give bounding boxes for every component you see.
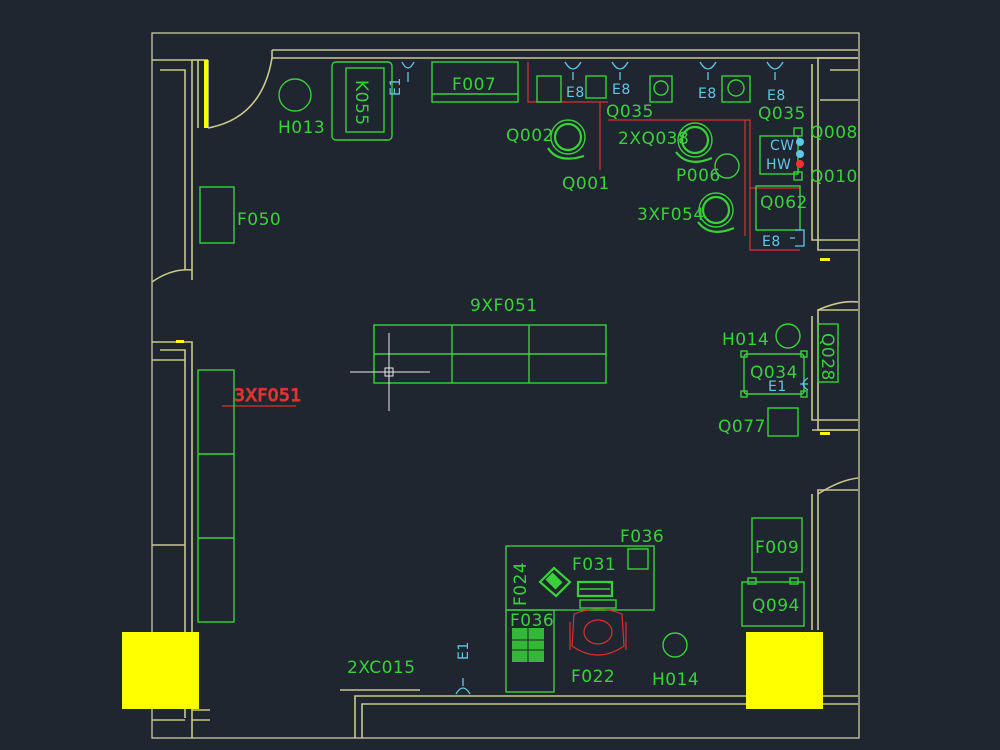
- e1-top-label: E1: [388, 77, 404, 96]
- q035-box-b: [649, 75, 673, 103]
- xf051-3-label: 3XF051: [234, 386, 302, 406]
- q010-label: Q010: [810, 167, 858, 187]
- e8-label-a: E8: [566, 85, 585, 101]
- f007-label: F007: [452, 75, 496, 95]
- f024-phone-icon: [538, 566, 572, 598]
- k055-label: K055: [351, 80, 371, 126]
- q002-label: Q002: [506, 126, 554, 146]
- q008-label: Q008: [810, 123, 858, 143]
- e1-right-label: E1: [768, 379, 787, 395]
- e8-wall-icon: [790, 229, 805, 247]
- f022-chair-icon: [569, 599, 627, 656]
- cad-crosshair-icon: [350, 333, 430, 411]
- f036-bottom-label: F036: [510, 611, 554, 631]
- p006-label: P006: [676, 166, 721, 186]
- xf051-9-bench: [373, 324, 607, 384]
- xf054-label: 3XF054: [637, 205, 705, 225]
- h013-label: H013: [278, 118, 325, 138]
- q028-label: Q028: [817, 333, 837, 381]
- f022-label: F022: [571, 667, 615, 687]
- f024-label: F024: [511, 562, 531, 606]
- column-bottom-left: [122, 632, 199, 709]
- q035-label-b: Q035: [758, 104, 806, 124]
- equipment-top: H013 K055 E1 F007 E8 E8 E8 E8 Q035 Q035: [278, 61, 858, 250]
- f036-top-box: [627, 548, 649, 570]
- cw-label: CW: [770, 138, 795, 154]
- hw-label: HW: [766, 157, 791, 173]
- cw-valve-icon: [796, 138, 804, 146]
- e8-label-b: E8: [612, 82, 631, 98]
- h013-icon: [278, 78, 312, 112]
- e8-label-c: E8: [698, 86, 717, 102]
- xf051-9-label: 9XF051: [470, 296, 538, 316]
- q077-label: Q077: [718, 417, 766, 437]
- e8-label-d: E8: [767, 88, 786, 104]
- q062-label: Q062: [760, 193, 808, 213]
- column-bottom-right: [746, 632, 823, 709]
- e1-bottom-label: E1: [456, 641, 472, 660]
- q035-box-a: [585, 75, 607, 99]
- f031-label: F031: [572, 555, 616, 575]
- q035-label-a: Q035: [606, 102, 654, 122]
- h014-top-icon: [775, 323, 801, 349]
- q001-label: Q001: [562, 174, 610, 194]
- xc015-label: 2XC015: [347, 658, 416, 678]
- q038-label: 2XQ038: [618, 129, 689, 149]
- hw-valve-icon: [796, 150, 804, 158]
- q002-box: [536, 75, 562, 103]
- f036-top-label: F036: [620, 527, 664, 547]
- f050-label: F050: [237, 210, 281, 230]
- e8-wall-label: E8: [762, 234, 781, 250]
- h014-bottom-label: H014: [652, 670, 699, 690]
- f050-equipment: [199, 186, 235, 244]
- q094-label: Q094: [752, 596, 800, 616]
- h014-top-label: H014: [722, 330, 769, 350]
- h014-bottom-icon: [662, 632, 688, 658]
- f009-label: F009: [755, 538, 799, 558]
- e1-bottom-icon: [455, 678, 471, 695]
- xf051-3-bench: [197, 369, 235, 623]
- floor-plan: H013 K055 E1 F007 E8 E8 E8 E8 Q035 Q035: [122, 32, 860, 739]
- q077-equipment: [767, 407, 799, 437]
